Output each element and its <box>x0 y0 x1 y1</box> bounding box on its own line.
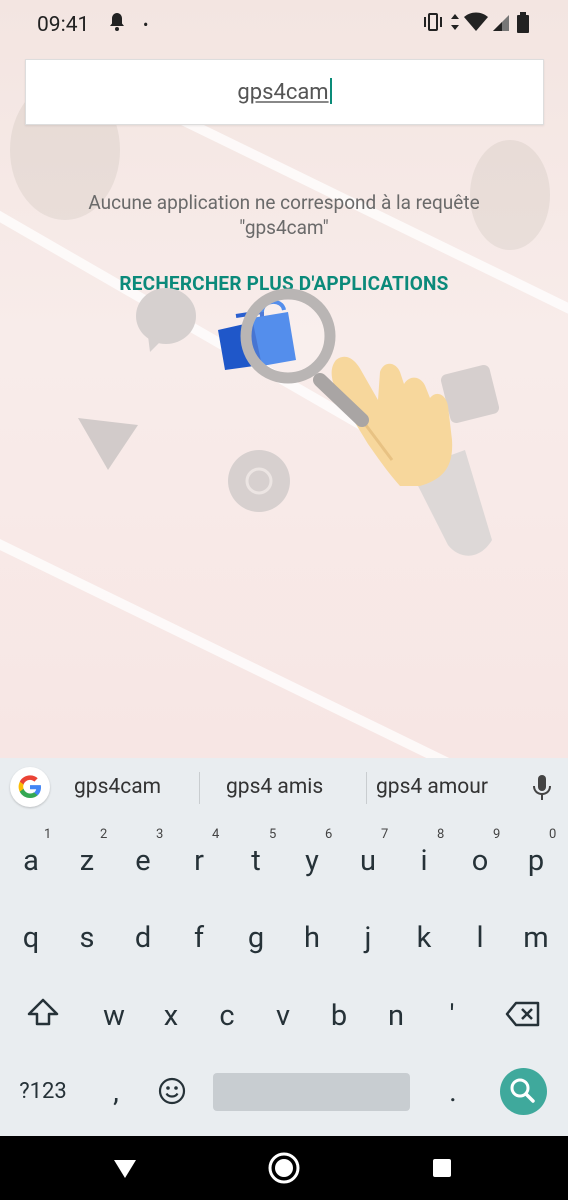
status-time: 09:41 <box>37 13 90 37</box>
key-p[interactable]: 0p <box>508 823 564 893</box>
suggestion-item[interactable]: gps4 amour <box>376 775 488 799</box>
search-input[interactable]: gps4cam <box>26 78 543 105</box>
key-label: t <box>251 844 261 878</box>
key-j[interactable]: j <box>340 900 396 970</box>
key-hint: 1 <box>44 827 52 842</box>
key-label: u <box>360 844 376 878</box>
emoji-key[interactable] <box>144 1054 200 1124</box>
no-result-line: Aucune application ne correspond à la re… <box>88 191 480 214</box>
back-icon[interactable] <box>112 1158 138 1180</box>
key-e[interactable]: 3e <box>115 823 171 893</box>
key-r[interactable]: 4r <box>171 823 227 893</box>
key-label: e <box>135 844 151 878</box>
key-hint: 8 <box>437 827 445 842</box>
key-f[interactable]: f <box>171 900 227 970</box>
suggestion-item[interactable]: gps4 amis <box>226 775 323 799</box>
data-arrows-icon <box>450 12 460 37</box>
search-query-text: gps4cam <box>237 80 329 105</box>
key-label: i <box>420 844 428 878</box>
key-m[interactable]: m <box>508 900 564 970</box>
key-hint: 6 <box>325 827 333 842</box>
key-d[interactable]: d <box>115 900 171 970</box>
key-apostrophe[interactable]: ' <box>424 978 480 1048</box>
search-more-apps-button[interactable]: RECHERCHER PLUS D'APPLICATIONS <box>40 272 528 295</box>
key-label: p <box>527 844 545 878</box>
recents-icon[interactable] <box>432 1158 452 1178</box>
suggestion-divider <box>199 772 200 804</box>
key-hint: 4 <box>212 827 220 842</box>
battery-icon <box>517 12 529 39</box>
key-z[interactable]: 2z <box>59 823 115 893</box>
key-period[interactable]: . <box>425 1054 481 1124</box>
suggestion-item[interactable]: gps4cam <box>74 775 161 799</box>
key-hint: 2 <box>100 827 108 842</box>
key-q[interactable]: q <box>3 900 59 970</box>
key-x[interactable]: x <box>143 978 199 1048</box>
emoji-icon <box>158 1077 186 1105</box>
key-w[interactable]: w <box>86 978 142 1048</box>
text-caret <box>329 78 332 104</box>
key-hint: 0 <box>549 827 557 842</box>
vibrate-icon <box>422 12 444 37</box>
signal-icon <box>492 12 510 37</box>
notification-bell-icon <box>108 12 126 37</box>
key-label: y <box>305 844 319 878</box>
key-o[interactable]: 9o <box>452 823 508 893</box>
key-g[interactable]: g <box>228 900 284 970</box>
keyboard-suggestion-bar: gps4cam gps4 amis gps4 amour <box>0 758 568 819</box>
status-bar: 09:41 • <box>0 0 568 50</box>
space-key[interactable] <box>213 1073 410 1111</box>
key-i[interactable]: 8i <box>396 823 452 893</box>
key-s[interactable]: s <box>59 900 115 970</box>
key-label: a <box>23 844 39 878</box>
key-u[interactable]: 7u <box>340 823 396 893</box>
wifi-icon <box>463 12 489 37</box>
key-h[interactable]: h <box>284 900 340 970</box>
backspace-icon <box>505 1001 540 1027</box>
key-hint: 3 <box>156 827 164 842</box>
key-label: r <box>194 844 204 878</box>
key-n[interactable]: n <box>368 978 424 1048</box>
key-hint: 7 <box>381 827 389 842</box>
key-t[interactable]: 5t <box>228 823 284 893</box>
key-hint: 5 <box>269 827 277 842</box>
shift-key[interactable] <box>15 978 71 1048</box>
key-y[interactable]: 6y <box>284 823 340 893</box>
suggestion-divider <box>366 772 367 804</box>
keyboard-search-key[interactable] <box>500 1068 547 1115</box>
dot-icon: • <box>143 15 149 34</box>
track-line <box>0 520 568 758</box>
key-hint: 9 <box>493 827 501 842</box>
search-field[interactable]: gps4cam <box>25 59 544 125</box>
home-icon[interactable] <box>267 1151 301 1185</box>
key-l[interactable]: l <box>452 900 508 970</box>
symbols-key[interactable]: ?123 <box>2 1054 84 1124</box>
keyboard: 1a 2z 3e 4r 5t 6y 7u 8i 9o 0p q s d f g … <box>0 818 568 1136</box>
key-v[interactable]: v <box>255 978 311 1048</box>
key-b[interactable]: b <box>311 978 367 1048</box>
key-k[interactable]: k <box>396 900 452 970</box>
navigation-bar <box>0 1136 568 1200</box>
key-label: o <box>471 844 489 878</box>
key-c[interactable]: c <box>199 978 255 1048</box>
search-icon <box>510 1078 535 1103</box>
key-comma[interactable]: , <box>88 1054 144 1124</box>
shift-icon <box>27 998 59 1026</box>
key-a[interactable]: 1a <box>3 823 59 893</box>
backspace-key[interactable] <box>495 978 551 1048</box>
no-result-query: "gps4cam" <box>239 216 329 239</box>
key-label: z <box>79 844 95 878</box>
no-result-message: Aucune application ne correspond à la re… <box>40 190 528 240</box>
